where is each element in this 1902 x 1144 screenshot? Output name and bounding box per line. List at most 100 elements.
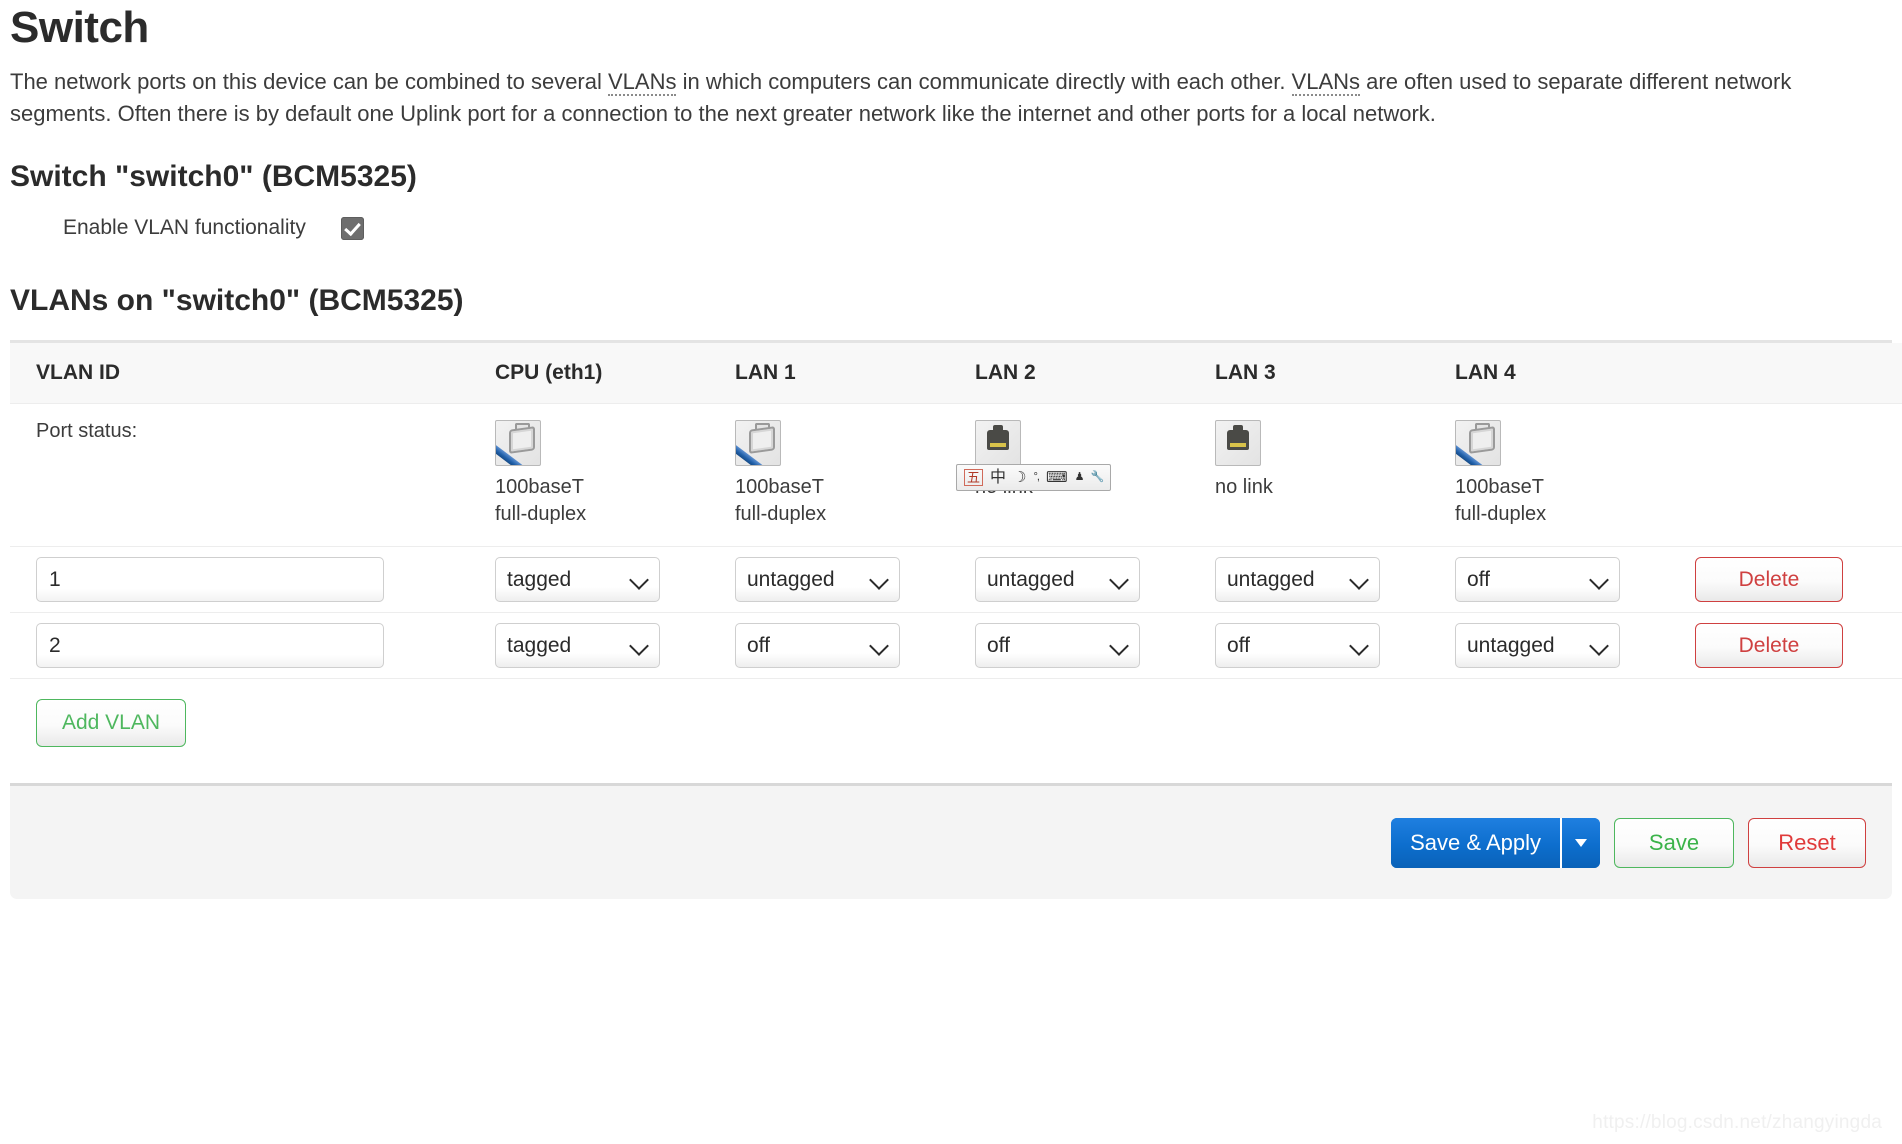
port-duplex-lan4: full-duplex [1455,503,1547,526]
chevron-down-icon [629,636,649,657]
chevron-down-icon [629,570,649,591]
chevron-down-icon [1109,636,1129,657]
table-row: tagged untagged untagged untagged off [10,546,1902,614]
ime-toolbar[interactable]: 五 中 ☽ °, ⌨ ♟ 🔧 [956,464,1112,492]
form-footer: Save & Apply Save Reset [10,783,1892,900]
ime-input-mode-icon[interactable]: 五 [964,469,984,487]
port-select-lan2-value: untagged [987,567,1075,591]
caret-down-icon [1575,838,1587,847]
save-apply-button[interactable]: Save & Apply [1391,817,1562,868]
port-select-lan3[interactable]: untagged [1215,557,1380,603]
ime-settings-wrench-icon[interactable]: 🔧 [1090,472,1104,483]
save-apply-split-button[interactable]: Save & Apply [1391,817,1600,868]
switch-section-title: Switch "switch0" (BCM5325) [10,160,417,194]
port-select-lan3-value: untagged [1227,567,1315,591]
ethernet-nolink-icon [1215,420,1261,467]
port-status-row: Port status: 100baseT full-duplex 100bas… [10,403,1902,548]
chevron-down-icon [1349,636,1369,657]
lan3-cell-2: off [1215,612,1455,680]
page-description: The network ports on this device can be … [10,66,1860,130]
vlan-id-input[interactable] [36,623,384,669]
lan3-cell-1: untagged [1215,546,1455,614]
col-header-lan3: LAN 3 [1215,343,1455,405]
port-select-lan4[interactable]: untagged [1455,623,1620,669]
lan2-cell-2: off [975,612,1215,680]
port-status-cpu: 100baseT full-duplex [495,403,735,548]
vlan-table-wrapper: VLAN ID CPU (eth1) LAN 1 LAN 2 LAN 3 LAN… [10,340,1902,769]
port-speed-lan1: 100baseT [735,476,824,499]
table-row: tagged off off off untagged De [10,612,1902,680]
intro-text-1: The network ports on this device can be … [10,69,608,95]
port-speed-lan3: no link [1215,476,1273,499]
intro-text-2: in which computers can communicate direc… [676,69,1292,95]
port-select-lan1[interactable]: untagged [735,557,900,603]
chevron-down-icon [869,636,889,657]
cpu-cell-1: tagged [495,546,735,614]
vlan-id-cell-2 [10,612,495,680]
save-button[interactable]: Save [1614,817,1734,868]
delete-vlan-button[interactable]: Delete [1695,623,1843,669]
cpu-cell-2: tagged [495,612,735,680]
col-header-lan4: LAN 4 [1455,343,1695,405]
col-header-actions [1695,343,1902,405]
lan1-cell-1: untagged [735,546,975,614]
save-apply-dropdown-button[interactable] [1562,817,1600,868]
ime-softkeyboard-icon[interactable]: ⌨ [1046,470,1068,485]
port-select-lan4-value: off [1467,567,1490,591]
port-select-cpu-value: tagged [507,633,572,657]
port-select-lan3[interactable]: off [1215,623,1380,669]
ime-language-toggle-icon[interactable]: 中 [990,469,1006,486]
enable-vlan-label: Enable VLAN functionality [63,216,306,240]
lan1-cell-2: off [735,612,975,680]
port-select-lan3-value: off [1227,633,1250,657]
port-select-cpu[interactable]: tagged [495,557,660,603]
port-select-cpu[interactable]: tagged [495,623,660,669]
ime-punctuation-icon[interactable]: °, [1033,472,1040,483]
vlan-id-input[interactable] [36,557,384,603]
port-select-lan4-value: untagged [1467,633,1555,657]
lan2-cell-1: untagged [975,546,1215,614]
chevron-down-icon [1349,570,1369,591]
port-duplex-lan1: full-duplex [735,503,827,526]
vlan-section-title: VLANs on "switch0" (BCM5325) [10,284,464,318]
vlan-table: VLAN ID CPU (eth1) LAN 1 LAN 2 LAN 3 LAN… [10,343,1902,680]
port-status-lan4: 100baseT full-duplex [1455,403,1695,548]
switch-config-page: Switch The network ports on this device … [0,3,1902,900]
port-select-lan4[interactable]: off [1455,557,1620,603]
ethernet-connected-icon [735,420,781,467]
add-vlan-button[interactable]: Add VLAN [36,699,186,748]
ime-halfwidth-icon[interactable]: ☽ [1013,470,1026,485]
chevron-down-icon [1589,636,1609,657]
port-duplex-cpu: full-duplex [495,503,587,526]
enable-vlan-row: Enable VLAN functionality [10,216,1892,240]
vlan-id-cell-1 [10,546,495,614]
port-select-lan1-value: untagged [747,567,835,591]
chevron-down-icon [1589,570,1609,591]
port-status-label: Port status: [10,403,495,548]
col-header-lan1: LAN 1 [735,343,975,405]
port-speed-cpu: 100baseT [495,476,584,499]
col-header-lan2: LAN 2 [975,343,1215,405]
col-header-vlan-id: VLAN ID [10,343,495,405]
watermark: https://blog.csdn.net/zhangyingda [1592,1112,1882,1133]
reset-button[interactable]: Reset [1748,817,1866,868]
add-vlan-row: Add VLAN [10,679,1892,769]
port-select-lan1[interactable]: off [735,623,900,669]
col-header-cpu: CPU (eth1) [495,343,735,405]
delete-vlan-button[interactable]: Delete [1695,557,1843,603]
vlan-term-2: VLANs [1291,69,1361,97]
port-select-lan1-value: off [747,633,770,657]
ethernet-connected-icon [1455,420,1501,467]
vlan-table-header-row: VLAN ID CPU (eth1) LAN 1 LAN 2 LAN 3 LAN… [10,343,1902,405]
port-select-lan2-value: off [987,633,1010,657]
port-status-lan3: no link [1215,403,1455,548]
port-select-cpu-value: tagged [507,567,572,591]
ime-userpad-icon[interactable]: ♟ [1075,472,1085,483]
chevron-down-icon [1109,570,1129,591]
port-select-lan2[interactable]: untagged [975,557,1140,603]
chevron-down-icon [869,570,889,591]
port-status-actions [1695,403,1902,548]
enable-vlan-checkbox[interactable] [340,216,364,240]
actions-cell-2: Delete [1695,612,1902,680]
port-select-lan2[interactable]: off [975,623,1140,669]
